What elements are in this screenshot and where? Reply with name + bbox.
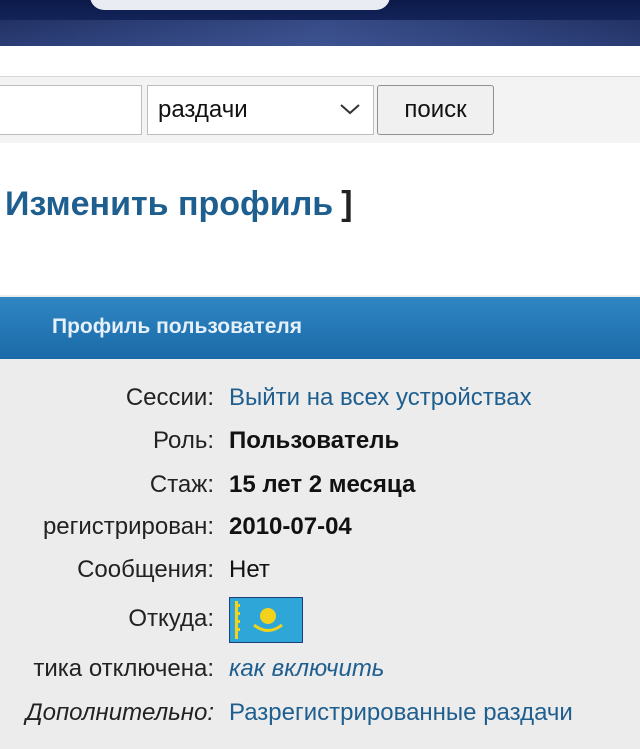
profile-row-extra: Дополнительно: Разрегистрированные разда…: [0, 693, 640, 733]
profile-row-registered: регистрирован: 2010-07-04: [0, 507, 640, 547]
kazakhstan-flag-icon: [229, 597, 303, 643]
search-input[interactable]: [0, 85, 142, 135]
page-title: Изменить профиль]: [5, 185, 353, 224]
section-header: Профиль пользователя: [0, 297, 640, 359]
profile-table: Сессии: Выйти на всех устройствах Роль: …: [0, 359, 640, 749]
title-bracket: ]: [341, 185, 353, 223]
profile-label: Дополнительно:: [25, 699, 214, 726]
profile-row-role: Роль: Пользователь: [0, 421, 640, 461]
url-pill[interactable]: [90, 0, 390, 10]
profile-label: Откуда:: [128, 605, 214, 632]
top-banner: [0, 0, 640, 46]
profile-row-location: Откуда:: [0, 597, 640, 645]
profile-label: Стаж:: [149, 471, 214, 498]
search-bar: раздачи поиск: [0, 76, 640, 144]
how-to-enable-link[interactable]: как включить: [229, 655, 384, 683]
edit-profile-link[interactable]: Изменить профиль: [5, 185, 333, 223]
logout-all-devices-link[interactable]: Выйти на всех устройствах: [229, 384, 532, 412]
profile-value: Пользователь: [229, 427, 400, 454]
profile-label: Сообщения:: [77, 556, 214, 583]
chevron-down-icon: [340, 104, 360, 115]
section-title: Профиль пользователя: [52, 315, 302, 338]
title-area: Изменить профиль]: [0, 143, 640, 295]
profile-label: Роль:: [153, 427, 214, 454]
profile-row-tenure: Стаж: 15 лет 2 месяца: [0, 465, 640, 505]
banner-gap: [0, 46, 640, 76]
profile-label: тика отключена:: [33, 655, 214, 682]
profile-label: регистрирован:: [42, 513, 214, 540]
profile-row-messages: Сообщения: Нет: [0, 550, 640, 590]
profile-row-sessions: Сессии: Выйти на всех устройствах: [0, 378, 640, 418]
profile-row-stats: тика отключена: как включить: [0, 649, 640, 689]
search-scope-select[interactable]: раздачи: [147, 85, 374, 135]
profile-value: 15 лет 2 месяца: [229, 471, 416, 498]
profile-label: Сессии:: [125, 384, 214, 411]
profile-value: 2010-07-04: [229, 513, 352, 540]
unregistered-torrents-link[interactable]: Разрегистрированные раздачи: [229, 699, 573, 727]
profile-value: Нет: [229, 556, 270, 583]
flag-emblem: [235, 601, 283, 639]
search-scope-value: раздачи: [158, 96, 248, 123]
banner-stripe: [0, 20, 640, 46]
search-button[interactable]: поиск: [377, 85, 494, 135]
